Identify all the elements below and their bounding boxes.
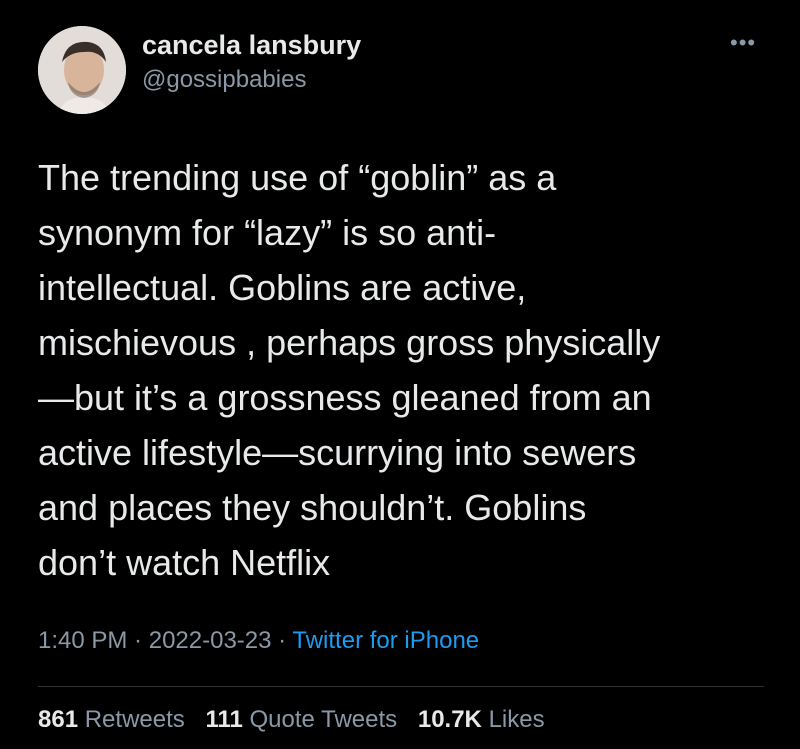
tweet-text-line: don’t watch Netflix bbox=[38, 542, 331, 583]
quote-tweets-count: 111 bbox=[205, 706, 243, 733]
avatar[interactable] bbox=[38, 26, 126, 114]
tweet-text-line: and places they shouldn’t. Goblins bbox=[38, 487, 587, 528]
quote-tweets-label: Quote Tweets bbox=[249, 706, 398, 733]
meta-separator: · bbox=[271, 627, 293, 654]
likes-stat[interactable]: 10.7K Likes bbox=[418, 706, 545, 733]
tweet-time[interactable]: 1:40 PM bbox=[38, 627, 127, 654]
tweet-metadata: 1:40 PM · 2022-03-23 · Twitter for iPhon… bbox=[38, 627, 479, 655]
tweet-source-link[interactable]: Twitter for iPhone bbox=[292, 627, 479, 654]
divider bbox=[38, 686, 764, 687]
tweet-text-line: active lifestyle—scurrying into sewers bbox=[38, 432, 637, 473]
quote-tweets-stat[interactable]: 111 Quote Tweets bbox=[205, 706, 397, 733]
engagement-stats: 861 Retweets 111 Quote Tweets 10.7K Like… bbox=[38, 706, 559, 734]
tweet-text-line: intellectual. Goblins are active, bbox=[38, 267, 527, 308]
retweets-count: 861 bbox=[38, 706, 79, 733]
tweet-text-line: The trending use of “goblin” as a bbox=[38, 157, 557, 198]
retweets-label: Retweets bbox=[84, 706, 185, 733]
likes-count: 10.7K bbox=[417, 706, 482, 733]
tweet-detail: cancela lansbury @gossipbabies ••• The t… bbox=[0, 0, 800, 749]
meta-separator: · bbox=[127, 627, 149, 654]
avatar-photo bbox=[38, 26, 126, 114]
retweets-stat[interactable]: 861 Retweets bbox=[38, 706, 185, 733]
tweet-text-line: —but it’s a grossness gleaned from an bbox=[38, 377, 652, 418]
tweet-date[interactable]: 2022-03-23 bbox=[149, 627, 272, 654]
tweet-text-line: mischievous , perhaps gross physically bbox=[38, 322, 661, 363]
display-name[interactable]: cancela lansbury bbox=[142, 30, 361, 61]
tweet-text: The trending use of “goblin” as a synony… bbox=[38, 150, 758, 590]
user-handle[interactable]: @gossipbabies bbox=[142, 66, 306, 94]
tweet-text-line: synonym for “lazy” is so anti- bbox=[38, 212, 497, 253]
more-options-icon[interactable]: ••• bbox=[730, 32, 756, 54]
likes-label: Likes bbox=[488, 706, 545, 733]
